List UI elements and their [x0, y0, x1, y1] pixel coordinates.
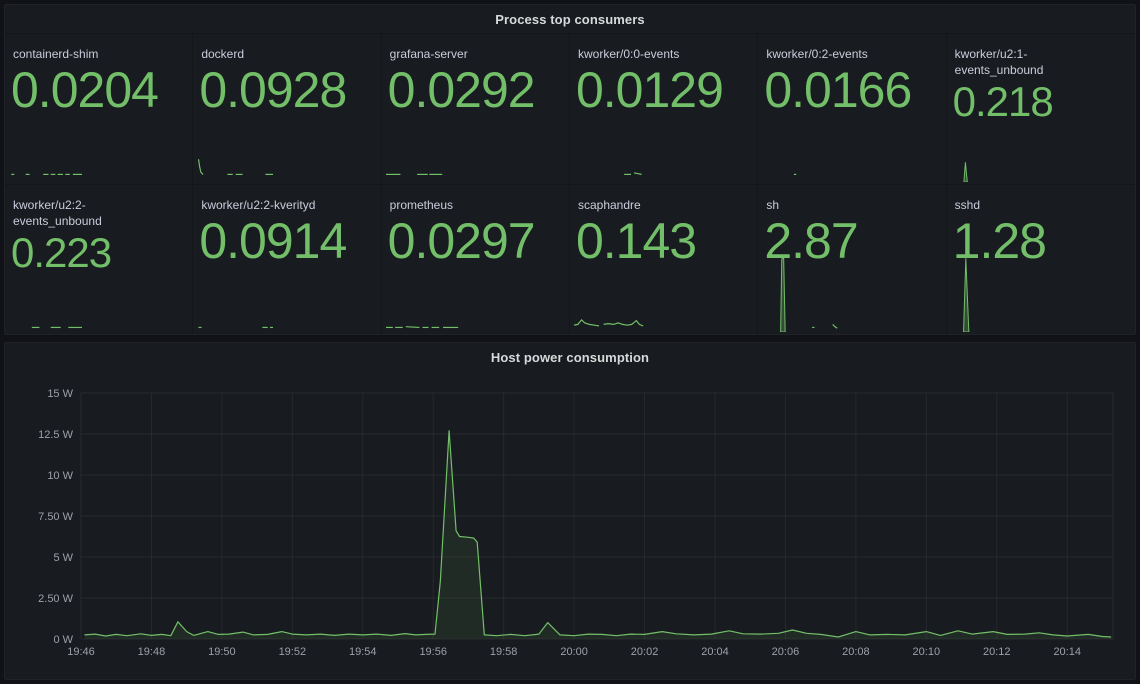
- stat-label: scaphandre: [578, 197, 749, 213]
- stat-cell: sh 2.87: [758, 184, 946, 335]
- y-tick-label: 15 W: [47, 388, 73, 400]
- stat-value: 1.28: [953, 213, 1131, 269]
- stat-label: kworker/0:2-events: [766, 46, 937, 62]
- x-tick-label: 20:12: [983, 646, 1011, 658]
- stat-cell: grafana-server 0.0292: [382, 33, 570, 184]
- x-tick-label: 19:48: [138, 646, 166, 658]
- x-tick-label: 20:04: [701, 646, 729, 658]
- x-tick-label: 20:00: [560, 646, 588, 658]
- stat-cell: kworker/0:0-events 0.0129: [570, 33, 758, 184]
- stat-value: 0.218: [953, 78, 1131, 126]
- stat-value: 0.223: [11, 229, 188, 277]
- stat-cell: prometheus 0.0297: [382, 184, 570, 335]
- stat-label: sh: [766, 197, 937, 213]
- stat-value: 0.0297: [388, 213, 565, 269]
- x-tick-label: 20:10: [913, 646, 941, 658]
- stat-value: 0.0914: [199, 213, 376, 269]
- x-tick-label: 19:58: [490, 646, 518, 658]
- x-tick-label: 20:14: [1053, 646, 1081, 658]
- series-area: [85, 431, 1112, 639]
- y-tick-label: 2.50 W: [38, 593, 73, 605]
- stat-label: sshd: [955, 197, 1127, 213]
- x-tick-label: 20:08: [842, 646, 870, 658]
- stat-cell: kworker/u2:2- events_unbound 0.223: [5, 184, 193, 335]
- stat-cell: scaphandre 0.143: [570, 184, 758, 335]
- stat-label: kworker/u2:2- events_unbound: [13, 197, 184, 229]
- stat-label: grafana-server: [390, 46, 561, 62]
- stat-value: 0.143: [576, 213, 753, 269]
- x-tick-label: 19:52: [279, 646, 307, 658]
- stat-value: 0.0204: [11, 62, 188, 118]
- stat-value: 0.0129: [576, 62, 753, 118]
- x-tick-label: 19:56: [419, 646, 447, 658]
- y-tick-label: 0 W: [53, 634, 73, 646]
- x-tick-label: 19:46: [67, 646, 95, 658]
- stat-cell: dockerd 0.0928: [193, 33, 381, 184]
- panel-title-power[interactable]: Host power consumption: [5, 343, 1135, 371]
- power-chart-plot[interactable]: 0 W 2.50 W 5 W 7.50 W 10 W 12.5 W 15 W 19:46 19:…: [5, 371, 1137, 681]
- y-tick-label: 7.50 W: [38, 511, 73, 523]
- stat-cell: kworker/0:2-events 0.0166: [758, 33, 946, 184]
- stat-cell: containerd-shim 0.0204: [5, 33, 193, 184]
- stat-cell: sshd 1.28: [947, 184, 1135, 335]
- series-line: [85, 431, 1112, 637]
- y-tick-label: 12.5 W: [38, 429, 73, 441]
- panel-title-process[interactable]: Process top consumers: [5, 5, 1135, 33]
- stat-label: containerd-shim: [13, 46, 184, 62]
- x-tick-label: 20:06: [772, 646, 800, 658]
- x-tick-label: 20:02: [631, 646, 659, 658]
- stat-label: kworker/u2:2-kverityd: [201, 197, 372, 213]
- stat-label: dockerd: [201, 46, 372, 62]
- stat-value: 0.0928: [199, 62, 376, 118]
- y-tick-label: 5 W: [53, 552, 73, 564]
- x-tick-label: 19:54: [349, 646, 377, 658]
- x-tick-label: 19:50: [208, 646, 236, 658]
- panel-process-top-consumers: Process top consumers containerd-shim 0.…: [4, 4, 1136, 335]
- stat-label: kworker/u2:1- events_unbound: [955, 46, 1127, 78]
- panel-host-power-consumption: Host power consumption 0 W 2.50 W 5 W 7.50 …: [4, 342, 1136, 680]
- stat-value: 2.87: [764, 213, 941, 269]
- y-tick-label: 10 W: [47, 470, 73, 482]
- stat-label: prometheus: [390, 197, 561, 213]
- stat-cell: kworker/u2:2-kverityd 0.0914: [193, 184, 381, 335]
- stat-label: kworker/0:0-events: [578, 46, 749, 62]
- stat-grid: containerd-shim 0.0204 dockerd 0.0928 gr…: [5, 33, 1135, 334]
- stat-value: 0.0292: [388, 62, 565, 118]
- stat-cell: kworker/u2:1- events_unbound 0.218: [947, 33, 1135, 184]
- stat-value: 0.0166: [764, 62, 941, 118]
